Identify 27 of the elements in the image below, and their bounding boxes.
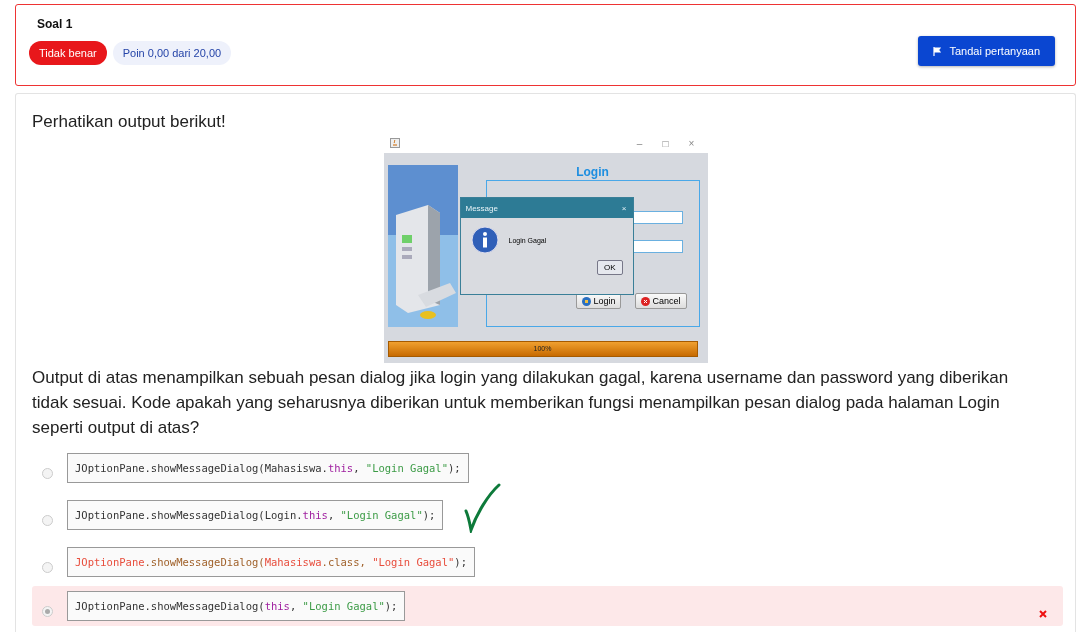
dialog-close-icon[interactable]: ×: [621, 203, 627, 213]
cancel-button[interactable]: Cancel: [635, 293, 687, 309]
radio-button[interactable]: [42, 561, 53, 573]
question-text: Output di atas menampilkan sebuah pesan dialog jika login yang dilakukan gagal, karena username dan password yang diberikan tidak sesuai. Kode apakah yang seharusnya diberikan untuk memberikan fungsi menampilkan pesan dialog pada halaman Login seperti output di atas?: [32, 367, 1010, 439]
flag-icon: [933, 46, 942, 56]
status-badge: Tidak benar: [29, 41, 107, 65]
cancel-icon: [641, 296, 651, 306]
ok-button[interactable]: OK: [596, 260, 623, 275]
radio-button[interactable]: [42, 605, 53, 617]
dialog-title: Message: [465, 203, 498, 213]
close-icon[interactable]: ×: [681, 137, 702, 149]
info-icon: [470, 226, 499, 254]
question-intro: Perhatikan output berikut!: [32, 112, 227, 132]
maximize-icon[interactable]: □: [655, 137, 676, 149]
code-option: JOptionPane.showMessageDialog(Mahasiswa.this, "Login Gagal");: [67, 453, 469, 483]
code-option: JOptionPane.showMessageDialog(Login.this, "Login Gagal");: [67, 500, 444, 530]
question-number: Soal 1: [36, 17, 74, 31]
points-badge: Poin 0,00 dari 20,00: [112, 41, 232, 65]
login-heading: Login: [576, 165, 609, 179]
radio-button[interactable]: [42, 514, 53, 526]
lock-icon: [582, 296, 592, 306]
code-option: JOptionPane.showMessageDialog(this, "Login Gagal");: [67, 591, 406, 621]
flag-question-button[interactable]: Tandai pertanyaan: [918, 36, 1055, 66]
minimize-icon[interactable]: –: [629, 137, 650, 149]
java-app-icon: [389, 138, 400, 148]
code-option: JOptionPane.showMessageDialog(Mahasiswa.class, "Login Gagal");: [67, 547, 475, 577]
radio-button[interactable]: [42, 467, 53, 479]
